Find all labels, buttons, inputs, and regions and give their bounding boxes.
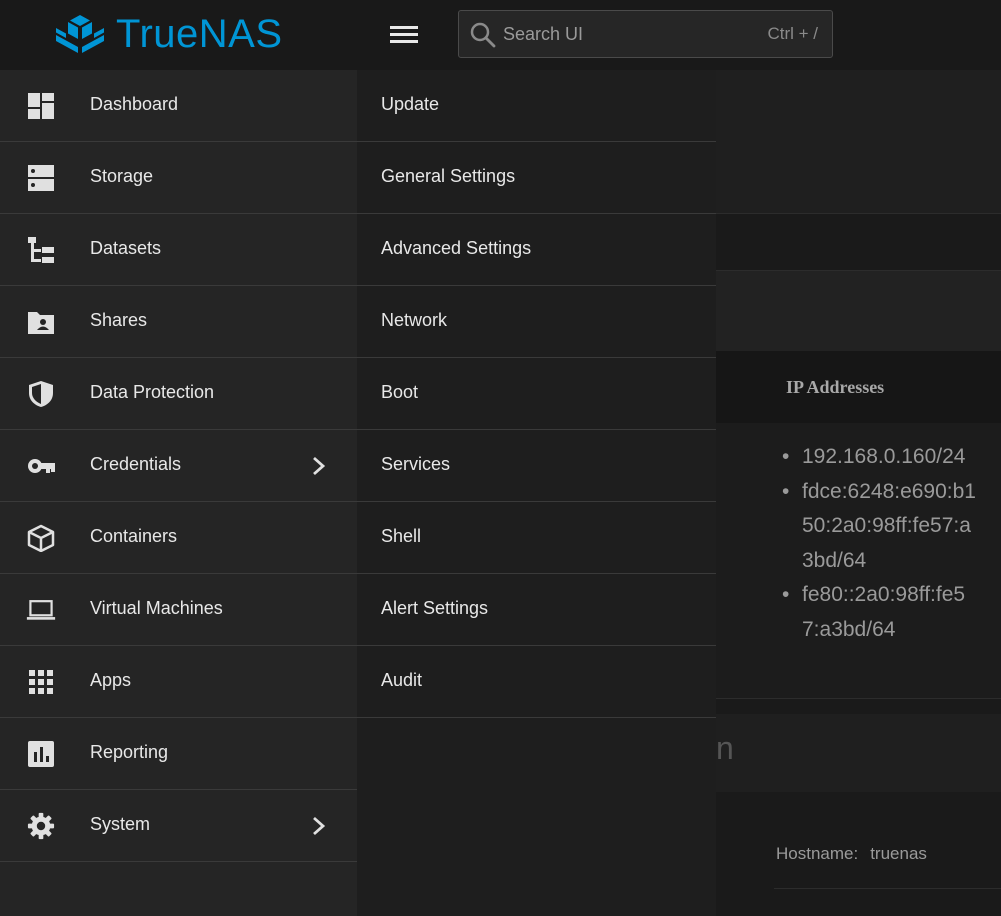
ip-address: fe80::2a0:98ff:fe57:a3bd/64 [782, 578, 982, 647]
submenu-item-advanced-settings[interactable]: Advanced Settings [357, 214, 716, 286]
sidebar-item-virtual-machines[interactable]: Virtual Machines [0, 574, 357, 646]
bar-chart-icon [28, 741, 54, 767]
sidebar-item-label: Dashboard [90, 94, 179, 114]
hamburger-icon [390, 26, 418, 43]
submenu-item-network[interactable]: Network [357, 286, 716, 358]
sidebar-item-datasets[interactable]: Datasets [0, 214, 357, 286]
search-icon [470, 22, 496, 48]
ip-address: fdce:6248:e690:b150:2a0:98ff:fe57:a3bd/6… [782, 475, 982, 579]
datasets-icon [28, 237, 54, 263]
top-bar: TrueNAS Ctrl + / [0, 0, 1001, 70]
content-row [716, 271, 1001, 351]
sidebar-item-dashboard[interactable]: Dashboard [0, 70, 357, 142]
sidebar-item-credentials[interactable]: Credentials [0, 430, 357, 502]
sidebar-item-system[interactable]: System [0, 790, 357, 862]
sidebar-item-label: Storage [90, 166, 154, 186]
brand-logo[interactable]: TrueNAS [54, 12, 283, 56]
divider [716, 213, 1001, 214]
sidebar-item-reporting[interactable]: Reporting [0, 718, 357, 790]
ip-address-list: 192.168.0.160/24 fdce:6248:e690:b150:2a0… [782, 440, 982, 647]
sidebar-item-containers[interactable]: Containers [0, 502, 357, 574]
cube-icon [27, 524, 55, 552]
partial-heading: n [716, 730, 734, 766]
sidebar-item-label: Containers [90, 526, 178, 546]
apps-grid-icon [29, 670, 53, 694]
key-icon [28, 459, 55, 473]
shares-folder-icon [28, 312, 54, 334]
search-box[interactable]: Ctrl + / [458, 10, 833, 58]
content-card [716, 70, 1001, 213]
gear-icon [27, 812, 55, 840]
sidebar-item-storage[interactable]: Storage [0, 142, 357, 214]
content-card [716, 714, 1001, 792]
submenu-item-label: General Settings [381, 166, 516, 186]
hostname-value: truenas [870, 844, 927, 863]
chevron-right-icon [313, 456, 326, 476]
submenu-item-label: Network [381, 310, 448, 330]
hostname-row: Hostname: truenas [776, 844, 927, 864]
hamburger-menu-button[interactable] [384, 20, 424, 50]
dashboard-icon [28, 93, 54, 119]
sidebar-item-apps[interactable]: Apps [0, 646, 357, 718]
brand-name: TrueNAS [116, 12, 283, 56]
submenu-item-label: Shell [381, 526, 422, 546]
sidebar-item-label: Data Protection [90, 382, 215, 402]
sidebar-item-label: Apps [90, 670, 132, 690]
submenu-item-label: Audit [381, 670, 423, 690]
submenu-item-update[interactable]: Update [357, 70, 716, 142]
submenu-item-label: Boot [381, 382, 419, 402]
search-shortcut-hint: Ctrl + / [767, 24, 818, 43]
sidebar-item-label: Reporting [90, 742, 169, 762]
storage-icon [28, 165, 54, 191]
submenu-item-audit[interactable]: Audit [357, 646, 716, 718]
submenu-item-label: Alert Settings [381, 598, 489, 618]
sidebar-item-label: Datasets [90, 238, 162, 258]
shield-icon [29, 381, 53, 407]
divider [774, 888, 1001, 889]
sidebar: Dashboard Storage Datasets Shares Data P… [0, 70, 357, 916]
submenu-item-general-settings[interactable]: General Settings [357, 142, 716, 214]
divider [716, 698, 1001, 699]
laptop-icon [26, 600, 56, 620]
ip-addresses-header: IP Addresses [786, 377, 885, 397]
system-submenu: Update General Settings Advanced Setting… [357, 70, 716, 916]
submenu-item-alert-settings[interactable]: Alert Settings [357, 574, 716, 646]
search-input[interactable] [503, 11, 753, 57]
sidebar-item-data-protection[interactable]: Data Protection [0, 358, 357, 430]
submenu-item-shell[interactable]: Shell [357, 502, 716, 574]
hostname-label: Hostname: [776, 844, 859, 863]
sidebar-item-label: Credentials [90, 454, 182, 474]
sidebar-item-label: Virtual Machines [90, 598, 223, 618]
sidebar-item-label: System [90, 814, 151, 834]
submenu-item-services[interactable]: Services [357, 430, 716, 502]
ip-address: 192.168.0.160/24 [782, 440, 982, 475]
sidebar-item-label: Shares [90, 310, 148, 330]
submenu-item-label: Advanced Settings [381, 238, 532, 258]
background-content: IP Addresses 192.168.0.160/24 fdce:6248:… [716, 70, 1001, 916]
submenu-item-label: Update [381, 94, 440, 114]
submenu-item-boot[interactable]: Boot [357, 358, 716, 430]
chevron-right-icon [313, 816, 326, 836]
submenu-item-label: Services [381, 454, 451, 474]
sidebar-item-shares[interactable]: Shares [0, 286, 357, 358]
truenas-logo-icon [56, 15, 104, 53]
